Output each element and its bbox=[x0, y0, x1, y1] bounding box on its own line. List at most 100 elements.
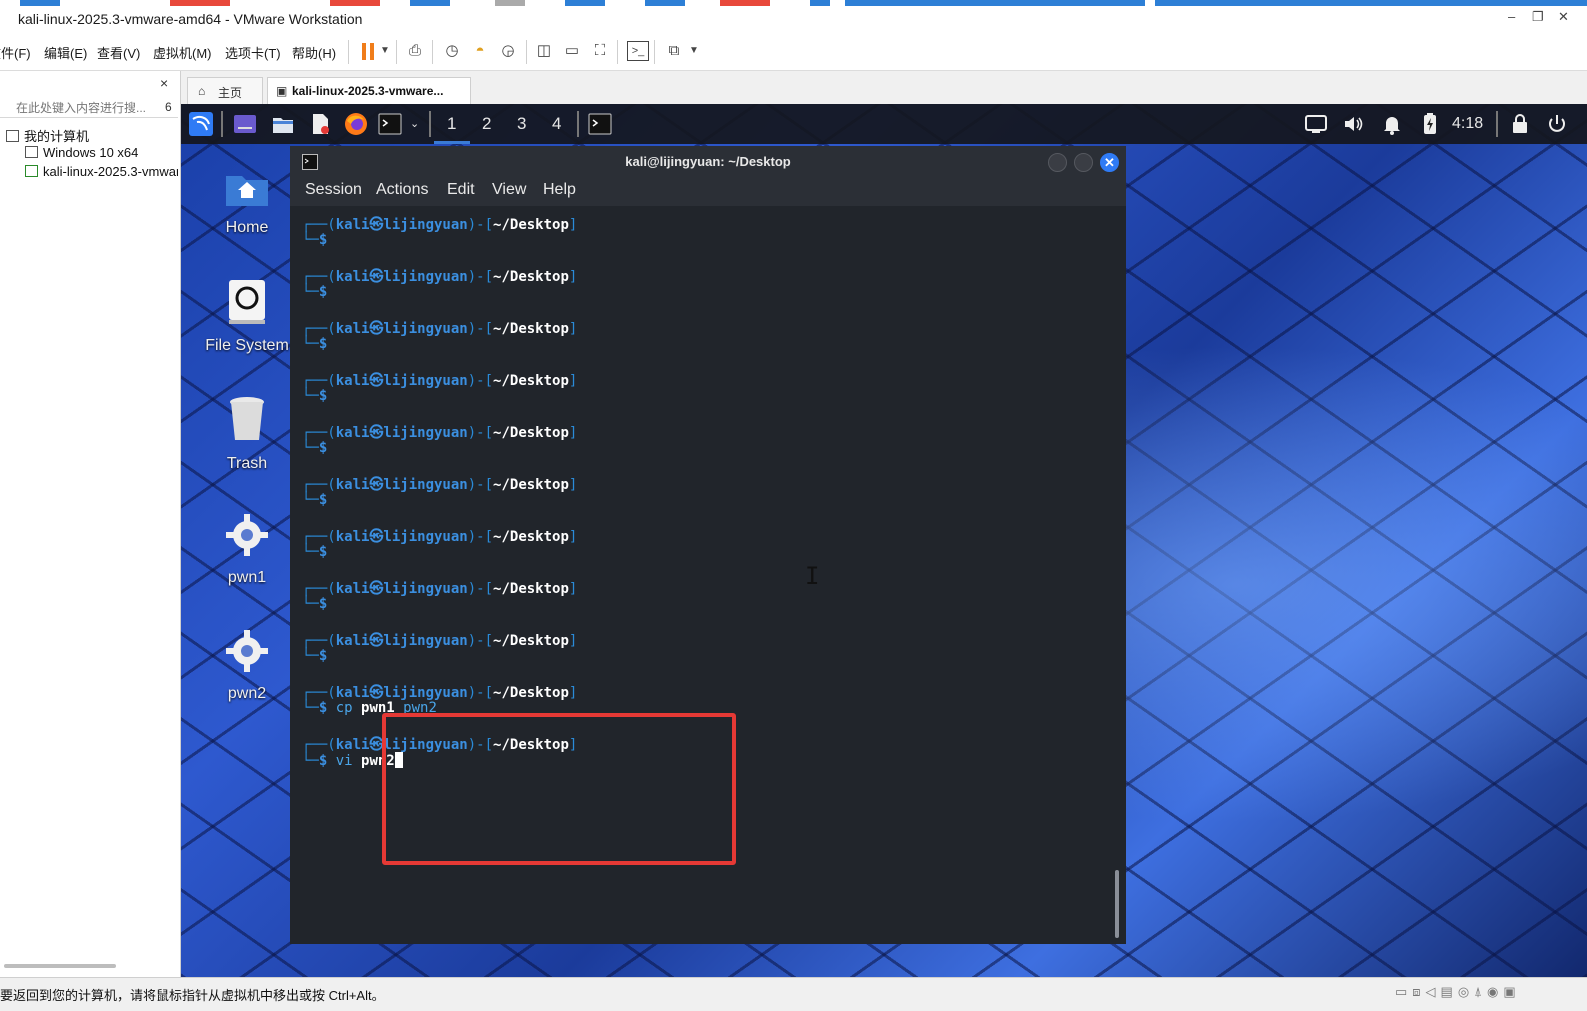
stretch-guest-icon[interactable]: ⧉ bbox=[664, 41, 684, 61]
guest-screen[interactable]: ⌄ 1 2 3 4 4:18 Home File System Trash pw… bbox=[181, 104, 1587, 977]
kali-menu-icon[interactable] bbox=[189, 112, 213, 136]
tree-vm-kali[interactable]: kali-linux-2025.3-vmware-amd64 bbox=[25, 164, 178, 179]
revert-snapshot-icon[interactable]: ◓ bbox=[470, 41, 490, 61]
vm-running-icon bbox=[25, 165, 38, 177]
terminal-scrollbar[interactable] bbox=[1115, 870, 1119, 938]
prompt-user: kali㉿lijingyuan bbox=[335, 425, 468, 441]
menu-help[interactable]: 帮助(H) bbox=[292, 43, 336, 62]
terminal-menu-view[interactable]: View bbox=[492, 181, 526, 199]
maximize-button[interactable]: ❐ bbox=[1532, 9, 1544, 25]
prompt-dir: ~/Desktop bbox=[493, 269, 569, 285]
prompt-user: kali㉿lijingyuan bbox=[335, 633, 468, 649]
command-line: └─$ bbox=[302, 388, 328, 404]
prompt-user: kali㉿lijingyuan bbox=[335, 321, 468, 337]
show-desktop-icon[interactable] bbox=[233, 112, 257, 136]
terminal-menu-actions[interactable]: Actions bbox=[376, 181, 428, 199]
prompt-dir: ~/Desktop bbox=[493, 217, 569, 233]
terminal-window[interactable]: kali@lijingyuan: ~/Desktop ✕ Session Act… bbox=[290, 146, 1126, 944]
menu-tabs[interactable]: 选项卡(T) bbox=[225, 43, 281, 62]
snapshot-manager-icon[interactable]: ◶ bbox=[498, 41, 518, 61]
lock-screen-icon[interactable] bbox=[1508, 112, 1532, 136]
search-placeholder: 在此处键入内容进行搜... bbox=[16, 101, 147, 115]
terminal-launcher-icon[interactable] bbox=[378, 112, 402, 136]
panel-clock[interactable]: 4:18 bbox=[1452, 115, 1483, 133]
workspace-4[interactable]: 4 bbox=[552, 114, 561, 134]
taskbar-terminal-icon[interactable] bbox=[588, 112, 612, 136]
terminal-titlebar[interactable]: kali@lijingyuan: ~/Desktop ✕ bbox=[290, 146, 1126, 178]
power-icon[interactable] bbox=[1545, 112, 1569, 136]
terminal-menu-edit[interactable]: Edit bbox=[447, 181, 475, 199]
prompt-dir: ~/Desktop bbox=[493, 425, 569, 441]
menu-edit[interactable]: 编辑(E) bbox=[44, 43, 87, 62]
desktop-icon-pwn2[interactable]: pwn2 bbox=[202, 628, 292, 703]
command-name: vi bbox=[327, 753, 362, 769]
menu-file[interactable]: 文件(F) bbox=[0, 43, 31, 62]
file-manager-icon[interactable] bbox=[271, 112, 295, 136]
terminal-menu-session[interactable]: Session bbox=[305, 181, 362, 199]
device-status-icons[interactable]: ▭⧈◁▤◎⍋◉▣ bbox=[1395, 984, 1521, 1000]
prompt-dir: ~/Desktop bbox=[493, 633, 569, 649]
computer-icon bbox=[6, 130, 19, 142]
drive-icon bbox=[229, 280, 265, 324]
notifications-icon[interactable] bbox=[1380, 112, 1404, 136]
volume-icon[interactable] bbox=[1342, 112, 1366, 136]
minimize-button[interactable]: – bbox=[1508, 9, 1515, 24]
battery-icon[interactable] bbox=[1418, 112, 1442, 136]
terminal-dropdown-icon[interactable]: ⌄ bbox=[410, 117, 419, 130]
menu-toolbar: 文件(F) 编辑(E) 查看(V) 虚拟机(M) 选项卡(T) 帮助(H) ▼ … bbox=[0, 32, 1587, 71]
fullscreen-icon[interactable]: ⛶ bbox=[590, 41, 610, 61]
close-library-icon[interactable]: × bbox=[160, 75, 168, 91]
tab-home[interactable]: ⌂ 主页 bbox=[187, 77, 263, 105]
sidebar-scrollbar[interactable] bbox=[4, 964, 116, 968]
prompt-dir: ~/Desktop bbox=[493, 321, 569, 337]
desktop-icon-home[interactable]: Home bbox=[202, 168, 292, 237]
terminal-close-button[interactable]: ✕ bbox=[1100, 153, 1119, 172]
terminal-maximize-button[interactable] bbox=[1074, 153, 1093, 172]
pause-dropdown-icon[interactable]: ▼ bbox=[375, 41, 395, 61]
highlight-box bbox=[382, 713, 736, 865]
workspace-2[interactable]: 2 bbox=[482, 114, 491, 134]
prompt-user: kali㉿lijingyuan bbox=[335, 217, 468, 233]
menu-vm[interactable]: 虚拟机(M) bbox=[153, 43, 212, 62]
console-view-icon[interactable]: >_ bbox=[627, 41, 649, 61]
trash-icon bbox=[230, 397, 264, 440]
desktop-icon-filesystem[interactable]: File System bbox=[202, 278, 292, 355]
prompt-line: ┌──(kali㉿lijingyuan)-[~/Desktop] bbox=[302, 425, 578, 441]
menu-view[interactable]: 查看(V) bbox=[97, 43, 140, 62]
prompt-user: kali㉿lijingyuan bbox=[335, 373, 468, 389]
send-ctrl-alt-del-icon[interactable]: ⎙ bbox=[405, 41, 425, 61]
window-title: kali-linux-2025.3-vmware-amd64 - VMware … bbox=[18, 11, 363, 27]
firefox-icon[interactable] bbox=[344, 112, 368, 136]
command-line: └─$ bbox=[302, 440, 328, 456]
workspace-1[interactable]: 1 bbox=[447, 114, 456, 134]
tree-vm-windows[interactable]: Windows 10 x64 bbox=[25, 145, 178, 160]
terminal-minimize-button[interactable] bbox=[1048, 153, 1067, 172]
prompt-dir: ~/Desktop bbox=[493, 685, 569, 701]
search-count: 6 bbox=[165, 100, 172, 114]
prompt-dir: ~/Desktop bbox=[493, 581, 569, 597]
close-window-button[interactable]: ✕ bbox=[1558, 9, 1569, 25]
pause-icon[interactable] bbox=[362, 43, 375, 60]
tab-kali[interactable]: ▣ kali-linux-2025.3-vmware... bbox=[267, 77, 471, 105]
text-editor-icon[interactable] bbox=[308, 112, 332, 136]
command-line: └─$ bbox=[302, 492, 328, 508]
command-line: └─$ bbox=[302, 596, 328, 612]
prompt-line: ┌──(kali㉿lijingyuan)-[~/Desktop] bbox=[302, 373, 578, 389]
workspace-3[interactable]: 3 bbox=[517, 114, 526, 134]
prompt-user: kali㉿lijingyuan bbox=[335, 581, 468, 597]
library-search-input[interactable]: 在此处键入内容进行搜... 6 bbox=[0, 97, 178, 118]
thumbnail-view-icon[interactable]: ▭ bbox=[562, 41, 582, 61]
desktop-icon-pwn1[interactable]: pwn1 bbox=[202, 512, 292, 587]
library-view-icon[interactable]: ◫ bbox=[534, 41, 554, 61]
tree-my-computer[interactable]: 我的计算机 bbox=[6, 126, 176, 145]
stretch-dropdown-icon[interactable]: ▼ bbox=[684, 41, 704, 61]
executable-gear-icon bbox=[226, 630, 268, 672]
command-line: └─$ bbox=[302, 232, 328, 248]
status-bar: 要返回到您的计算机，请将鼠标指针从虚拟机中移出或按 Ctrl+Alt。 ▭⧈◁▤… bbox=[0, 977, 1587, 1011]
snapshot-icon[interactable]: ◷ bbox=[442, 41, 462, 61]
terminal-menu-help[interactable]: Help bbox=[543, 181, 576, 199]
display-icon[interactable] bbox=[1304, 112, 1328, 136]
desktop-icon-trash[interactable]: Trash bbox=[202, 394, 292, 473]
prompt-user: kali㉿lijingyuan bbox=[335, 685, 468, 701]
home-tab-icon: ⌂ bbox=[198, 84, 206, 98]
